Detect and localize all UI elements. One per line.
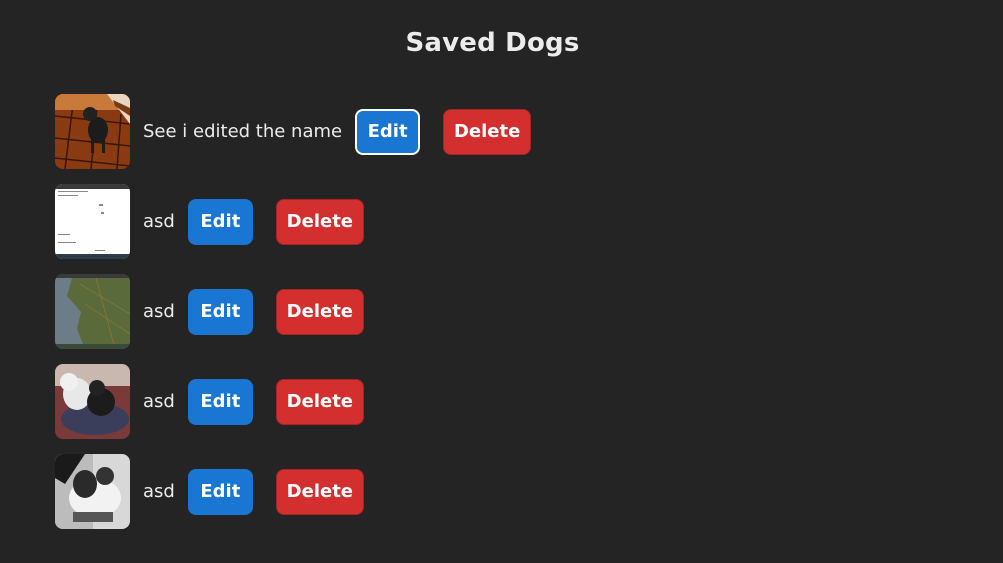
dog-name: asd	[143, 301, 175, 322]
delete-button[interactable]: Delete	[275, 288, 364, 335]
dog-list-item: asd Edit Delete	[55, 274, 531, 349]
edit-button[interactable]: Edit	[187, 288, 253, 335]
edit-button[interactable]: Edit	[187, 468, 253, 515]
dog-name: See i edited the name	[143, 121, 343, 142]
dog-name: asd	[143, 481, 175, 502]
delete-button[interactable]: Delete	[275, 378, 364, 425]
dog-list: See i edited the name Edit Delete asd Ed…	[55, 94, 532, 544]
dog-photo-thumbnail	[55, 454, 130, 529]
dog-list-item: asd Edit Delete	[55, 364, 531, 439]
delete-button[interactable]: Delete	[275, 468, 364, 515]
edit-button[interactable]: Edit	[187, 378, 253, 425]
dog-photo-thumbnail	[55, 184, 130, 259]
dog-list-item: asd Edit Delete	[55, 454, 531, 529]
page-title: Saved Dogs	[405, 28, 580, 58]
dog-name: asd	[143, 211, 175, 232]
delete-button[interactable]: Delete	[275, 198, 364, 245]
dog-photo-thumbnail	[55, 94, 130, 169]
dog-photo-thumbnail	[55, 364, 130, 439]
dog-list-item: asd Edit Delete	[55, 184, 531, 259]
dog-list-item: See i edited the name Edit Delete	[55, 94, 532, 169]
delete-button[interactable]: Delete	[443, 108, 532, 155]
saved-dogs-page: Saved Dogs See i edited the name Edit De…	[0, 0, 1003, 563]
edit-button[interactable]: Edit	[187, 198, 253, 245]
dog-name: asd	[143, 391, 175, 412]
dog-photo-thumbnail	[55, 274, 130, 349]
edit-button[interactable]: Edit	[355, 108, 421, 155]
